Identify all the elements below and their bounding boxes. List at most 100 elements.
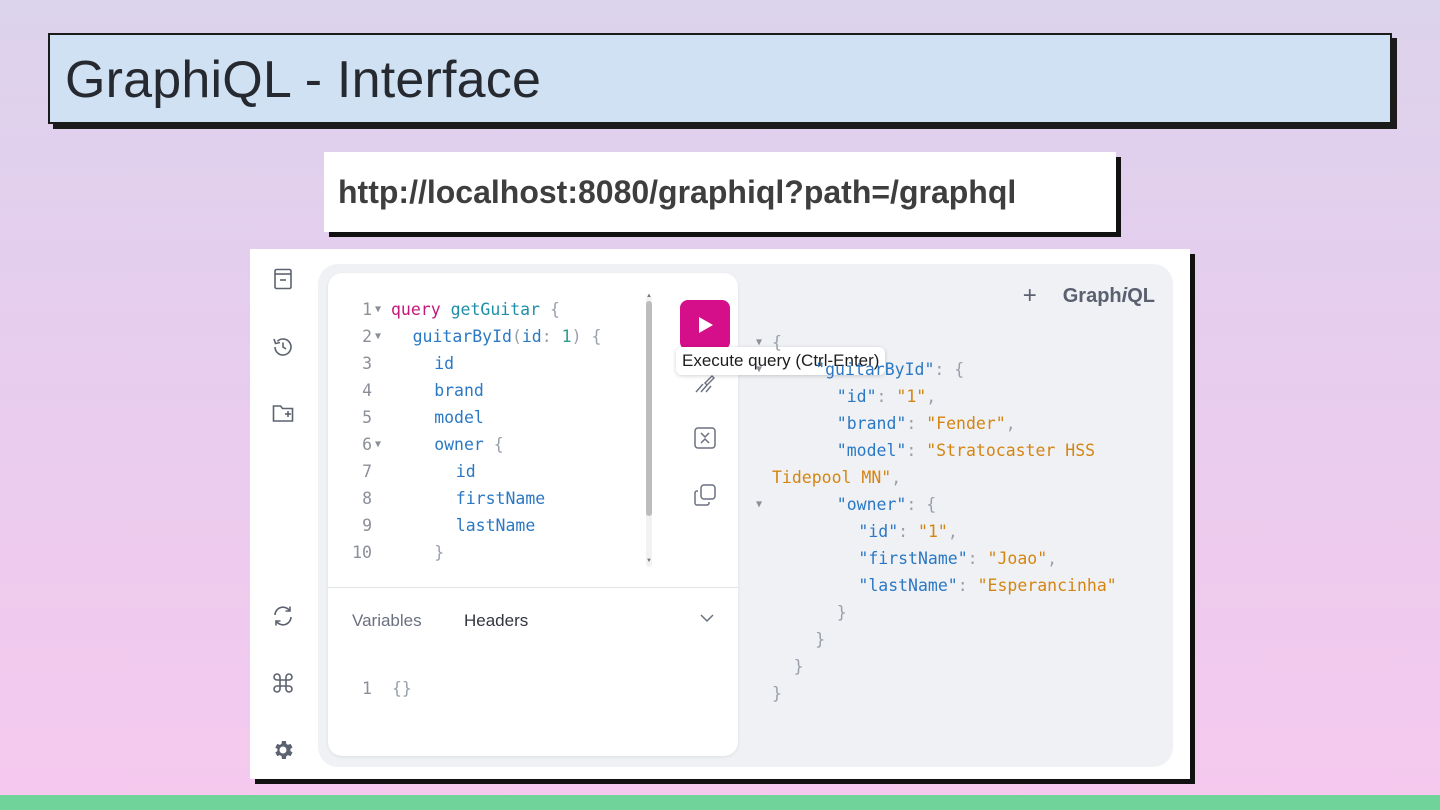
line-number: 1 — [362, 300, 372, 319]
graphiql-screenshot: 1 ▼ query getGuitar {2 ▼ guitarById(id: 1) {… — [250, 249, 1190, 779]
code-token: "owner" — [836, 495, 907, 514]
code-token: id — [455, 462, 476, 481]
shortcuts-icon[interactable] — [270, 670, 296, 696]
result-line: Tidepool MN", — [772, 464, 901, 491]
url-banner: http://localhost:8080/graphiql?path=/gra… — [324, 152, 1116, 232]
logo-text-ql: QL — [1127, 284, 1155, 307]
code-token: , — [891, 468, 902, 487]
fold-arrow-icon[interactable]: ▼ — [375, 296, 381, 323]
code-token: } — [836, 603, 847, 622]
code-token: { — [772, 333, 782, 352]
code-token: "id" — [836, 387, 877, 406]
code-token: } — [772, 684, 782, 703]
code-token: } — [434, 543, 445, 562]
copy-query-icon[interactable] — [690, 480, 720, 510]
graphiql-logo[interactable]: GraphiQL — [1063, 285, 1155, 308]
code-token: , — [1005, 414, 1016, 433]
code-token: : — [906, 414, 927, 433]
tab-variables[interactable]: Variables — [352, 611, 422, 631]
result-line: } — [815, 626, 825, 653]
fold-arrow-icon[interactable]: ▼ — [756, 491, 762, 518]
variables-editor[interactable]: {} — [392, 675, 412, 702]
fold-arrow-icon[interactable]: ▼ — [375, 431, 381, 458]
line-number: 4 — [362, 381, 372, 400]
slide-bottom-bar — [0, 795, 1440, 810]
code-token: brand — [434, 381, 484, 400]
scroll-down-arrow-icon[interactable]: ▼ — [646, 558, 652, 564]
code-token: } — [815, 630, 826, 649]
code-token: id — [434, 354, 455, 373]
code-token: "Esperancinha" — [977, 576, 1117, 595]
code-token: getGuitar — [450, 300, 541, 319]
result-line: "id": "1", — [837, 383, 936, 410]
graphiql-url: http://localhost:8080/graphiql?path=/gra… — [338, 174, 1017, 210]
query-editor-scrollbar[interactable] — [646, 301, 652, 516]
code-token: Tidepool MN" — [772, 468, 892, 487]
graphiql-workspace: 1 ▼ query getGuitar {2 ▼ guitarById(id: 1) {… — [318, 264, 1173, 767]
code-token: ) — [571, 327, 582, 346]
result-line: "lastName": "Esperancinha" — [858, 572, 1116, 599]
code-token: : — [541, 327, 562, 346]
explorer-icon[interactable] — [270, 400, 296, 426]
code-token: : — [967, 549, 988, 568]
line-number: 8 — [362, 489, 372, 508]
query-line: lastName — [456, 512, 535, 539]
scroll-up-arrow-icon[interactable]: ▲ — [646, 293, 652, 299]
code-token: : — [876, 387, 897, 406]
execute-query-button[interactable] — [680, 300, 730, 350]
code-token: "1" — [918, 522, 948, 541]
result-line: } — [837, 599, 847, 626]
fold-arrow-icon[interactable]: ▼ — [375, 323, 381, 350]
fold-arrow-icon[interactable]: ▼ — [756, 356, 762, 383]
code-token: "guitarById" — [815, 360, 935, 379]
result-line: } — [772, 680, 782, 707]
variables-line-number: 1 — [362, 679, 372, 698]
code-token: , — [1047, 549, 1058, 568]
merge-fragments-icon[interactable] — [690, 423, 720, 453]
code-token: , — [926, 387, 937, 406]
code-token: "lastName" — [858, 576, 958, 595]
logo-text-graph: Graph — [1062, 284, 1122, 307]
result-line: "model": "Stratocaster HSS — [837, 437, 1095, 464]
refetch-schema-icon[interactable] — [270, 603, 296, 629]
line-number: 2 — [362, 327, 372, 346]
code-token: : — [906, 441, 927, 460]
code-token: { — [549, 300, 560, 319]
sidebar — [250, 249, 318, 779]
query-line: owner { — [434, 431, 504, 458]
line-number: 9 — [362, 516, 372, 535]
code-token: "1" — [896, 387, 927, 406]
history-icon[interactable] — [270, 334, 296, 360]
docs-icon[interactable] — [270, 266, 296, 292]
chevron-down-icon[interactable] — [698, 609, 716, 632]
settings-icon[interactable] — [270, 737, 296, 763]
code-token: id — [521, 327, 542, 346]
query-editor-card: 1 ▼ query getGuitar {2 ▼ guitarById(id: 1) {… — [328, 273, 738, 756]
code-token: "Joao" — [987, 549, 1048, 568]
slide-title-banner: GraphiQL - Interface — [48, 33, 1392, 124]
query-line: query getGuitar { — [391, 296, 560, 323]
line-number: 10 — [352, 543, 372, 562]
code-token: : — [957, 576, 978, 595]
code-token: : — [898, 522, 919, 541]
fold-arrow-icon[interactable]: ▼ — [756, 329, 762, 356]
editor-divider — [328, 587, 738, 588]
code-token: "Stratocaster HSS — [926, 441, 1096, 460]
query-line: guitarById(id: 1) { — [413, 323, 602, 350]
query-line: brand — [434, 377, 484, 404]
line-number: 7 — [362, 462, 372, 481]
code-token: guitarById — [412, 327, 512, 346]
code-token: } — [793, 657, 804, 676]
top-right-bar: + GraphiQL — [1023, 282, 1155, 310]
result-line: "firstName": "Joao", — [858, 545, 1057, 572]
add-tab-button[interactable]: + — [1023, 282, 1037, 310]
play-icon — [699, 317, 713, 333]
code-token: "id" — [858, 522, 899, 541]
code-token: 1 — [561, 327, 572, 346]
code-token: "firstName" — [858, 549, 968, 568]
tab-headers[interactable]: Headers — [464, 611, 528, 631]
